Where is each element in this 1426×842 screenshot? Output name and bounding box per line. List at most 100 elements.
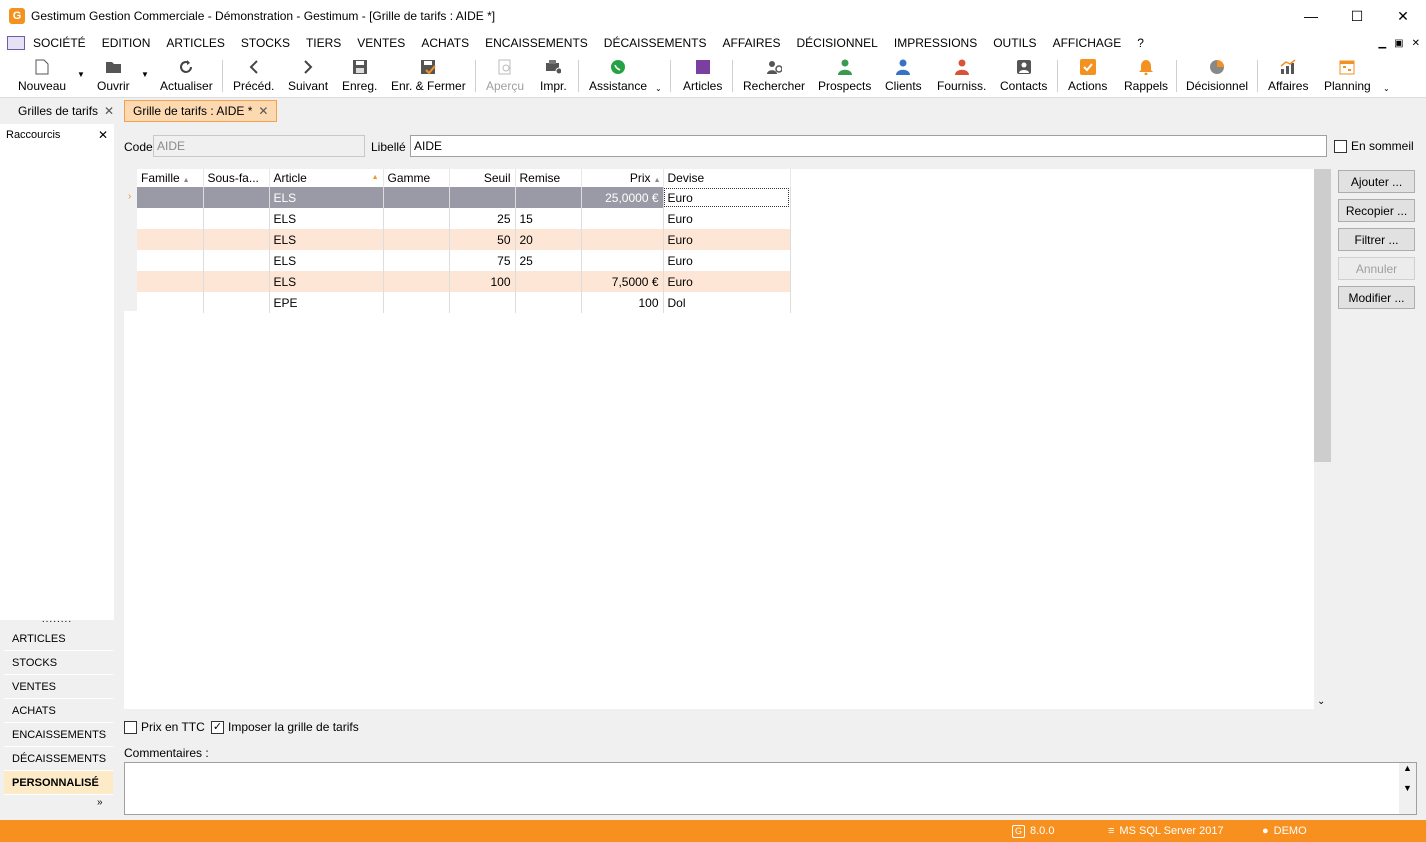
planning-button[interactable]: Planning xyxy=(1324,56,1371,96)
sidebar-item-decaissements[interactable]: DÉCAISSEMENTS xyxy=(4,747,113,771)
cell-seuil[interactable] xyxy=(449,292,516,313)
cell-famille[interactable] xyxy=(137,229,204,250)
nouveau-dropdown-icon[interactable]: ▼ xyxy=(77,70,85,79)
menu-tiers[interactable]: TIERS xyxy=(306,36,341,50)
cell-gamme[interactable] xyxy=(383,208,450,229)
sidebar-item-articles[interactable]: ARTICLES xyxy=(4,627,113,651)
commentaires-scrollbar[interactable]: ▲ ▼ xyxy=(1399,763,1416,814)
imprimer-button[interactable]: Impr. xyxy=(540,56,567,96)
cell-article[interactable]: ELS xyxy=(269,208,384,229)
cell-devise[interactable]: Euro xyxy=(663,271,791,292)
close-button[interactable]: ✕ xyxy=(1380,0,1426,32)
minimize-button[interactable]: — xyxy=(1288,0,1334,32)
cell-article[interactable]: ELS xyxy=(269,271,384,292)
col-header-famille[interactable]: Famille ▲ xyxy=(137,169,204,187)
cell-famille[interactable] xyxy=(137,250,204,271)
cell-article[interactable]: ELS xyxy=(269,229,384,250)
cell-seuil[interactable]: 100 xyxy=(449,271,516,292)
table-row[interactable]: ELS 100 7,5000 € Euro xyxy=(137,271,791,292)
tab-grilles-de-tarifs[interactable]: Grilles de tarifs ✕ xyxy=(10,100,122,122)
menu-affaires[interactable]: AFFAIRES xyxy=(722,36,780,50)
cell-seuil[interactable]: 50 xyxy=(449,229,516,250)
menu-ventes[interactable]: VENTES xyxy=(357,36,405,50)
menu-societe[interactable]: SOCIÉTÉ xyxy=(33,36,86,50)
cell-seuil[interactable] xyxy=(449,187,516,208)
cell-sous-famille[interactable] xyxy=(203,292,270,313)
cell-seuil[interactable]: 75 xyxy=(449,250,516,271)
cell-seuil[interactable]: 25 xyxy=(449,208,516,229)
cell-famille[interactable] xyxy=(137,292,204,313)
cell-remise[interactable]: 25 xyxy=(515,250,582,271)
scroll-down-icon[interactable]: ⌄ xyxy=(1317,696,1325,707)
menu-affichage[interactable]: AFFICHAGE xyxy=(1053,36,1122,50)
decisionnel-button[interactable]: Décisionnel xyxy=(1186,56,1248,96)
table-row[interactable]: ELS 25 15 Euro xyxy=(137,208,791,229)
suivant-button[interactable]: Suivant xyxy=(288,56,328,96)
table-row[interactable]: ELS 50 20 Euro xyxy=(137,229,791,250)
cell-famille[interactable] xyxy=(137,187,204,208)
table-row[interactable]: ELS 25,0000 € Euro xyxy=(137,187,791,208)
col-header-devise[interactable]: Devise xyxy=(663,169,791,187)
prix-ttc-checkbox[interactable]: Prix en TTC xyxy=(124,720,205,734)
mdi-close-button[interactable]: ✕ xyxy=(1412,38,1420,49)
cell-famille[interactable] xyxy=(137,271,204,292)
cell-remise[interactable] xyxy=(515,187,582,208)
prospects-button[interactable]: Prospects xyxy=(818,56,871,96)
apercu-button[interactable]: Aperçu xyxy=(486,56,524,96)
mdi-minimize-button[interactable]: ▁ xyxy=(1378,38,1386,49)
col-header-remise[interactable]: Remise xyxy=(515,169,582,187)
panel-splitter[interactable]: ........ xyxy=(0,614,114,625)
sidebar-item-stocks[interactable]: STOCKS xyxy=(4,651,113,675)
cell-gamme[interactable] xyxy=(383,229,450,250)
cell-devise[interactable]: Euro xyxy=(663,187,791,208)
recopier-button[interactable]: Recopier ... xyxy=(1338,199,1415,222)
cell-article[interactable]: ELS xyxy=(269,187,384,208)
actualiser-button[interactable]: Actualiser xyxy=(160,56,213,96)
menu-articles[interactable]: ARTICLES xyxy=(166,36,224,50)
cell-gamme[interactable] xyxy=(383,187,450,208)
col-header-article[interactable]: Article ▲ xyxy=(269,169,384,187)
cell-sous-famille[interactable] xyxy=(203,271,270,292)
menu-achats[interactable]: ACHATS xyxy=(421,36,469,50)
code-field[interactable]: AIDE xyxy=(153,135,365,157)
mdi-restore-button[interactable]: ▣ xyxy=(1394,38,1403,49)
cell-article[interactable]: ELS xyxy=(269,250,384,271)
affaires-button[interactable]: Affaires xyxy=(1268,56,1308,96)
prix-ttc-box[interactable] xyxy=(124,720,137,734)
annuler-button[interactable]: Annuler xyxy=(1338,257,1415,280)
menu-decaissements[interactable]: DÉCAISSEMENTS xyxy=(604,36,707,50)
tarifs-grid[interactable]: › Famille ▲ Sous-fa... Article ▲ Gamme Seu… xyxy=(124,169,1314,709)
cell-prix[interactable] xyxy=(581,208,664,229)
cell-remise[interactable] xyxy=(515,271,582,292)
toolbar-overflow-icon[interactable]: ⌄ xyxy=(655,84,662,93)
menu-decisionnel[interactable]: DÉCISIONNEL xyxy=(797,36,878,50)
clients-button[interactable]: Clients xyxy=(885,56,922,96)
cell-prix[interactable]: 7,5000 € xyxy=(581,271,664,292)
toolbar-overflow-right-icon[interactable]: ⌄ xyxy=(1383,84,1390,93)
cell-devise[interactable]: Euro xyxy=(663,208,791,229)
col-header-gamme[interactable]: Gamme xyxy=(383,169,450,187)
sidebar-item-encaissements[interactable]: ENCAISSEMENTS xyxy=(4,723,113,747)
chevron-expand-icon[interactable]: » xyxy=(97,797,103,808)
sidebar-item-achats[interactable]: ACHATS xyxy=(4,699,113,723)
menu-encaissements[interactable]: ENCAISSEMENTS xyxy=(485,36,588,50)
cell-famille[interactable] xyxy=(137,208,204,229)
table-row[interactable]: EPE 100 Dol xyxy=(137,292,791,313)
menu-edition[interactable]: EDITION xyxy=(102,36,151,50)
close-panel-icon[interactable]: ✕ xyxy=(98,128,108,142)
actions-button[interactable]: Actions xyxy=(1068,56,1107,96)
cell-devise[interactable]: Dol xyxy=(663,292,791,313)
sidebar-item-personnalise[interactable]: PERSONNALISÉ xyxy=(4,771,113,795)
cell-gamme[interactable] xyxy=(383,250,450,271)
rechercher-button[interactable]: Rechercher xyxy=(743,56,805,96)
imposer-grille-box[interactable]: ✓ xyxy=(211,720,224,734)
maximize-button[interactable]: ☐ xyxy=(1334,0,1380,32)
cell-sous-famille[interactable] xyxy=(203,187,270,208)
cell-article[interactable]: EPE xyxy=(269,292,384,313)
cell-gamme[interactable] xyxy=(383,271,450,292)
menu-help[interactable]: ? xyxy=(1137,36,1144,50)
ajouter-button[interactable]: Ajouter ... xyxy=(1338,170,1415,193)
en-sommeil-box[interactable] xyxy=(1334,139,1347,153)
menu-outils[interactable]: OUTILS xyxy=(993,36,1036,50)
cell-prix[interactable]: 100 xyxy=(581,292,664,313)
